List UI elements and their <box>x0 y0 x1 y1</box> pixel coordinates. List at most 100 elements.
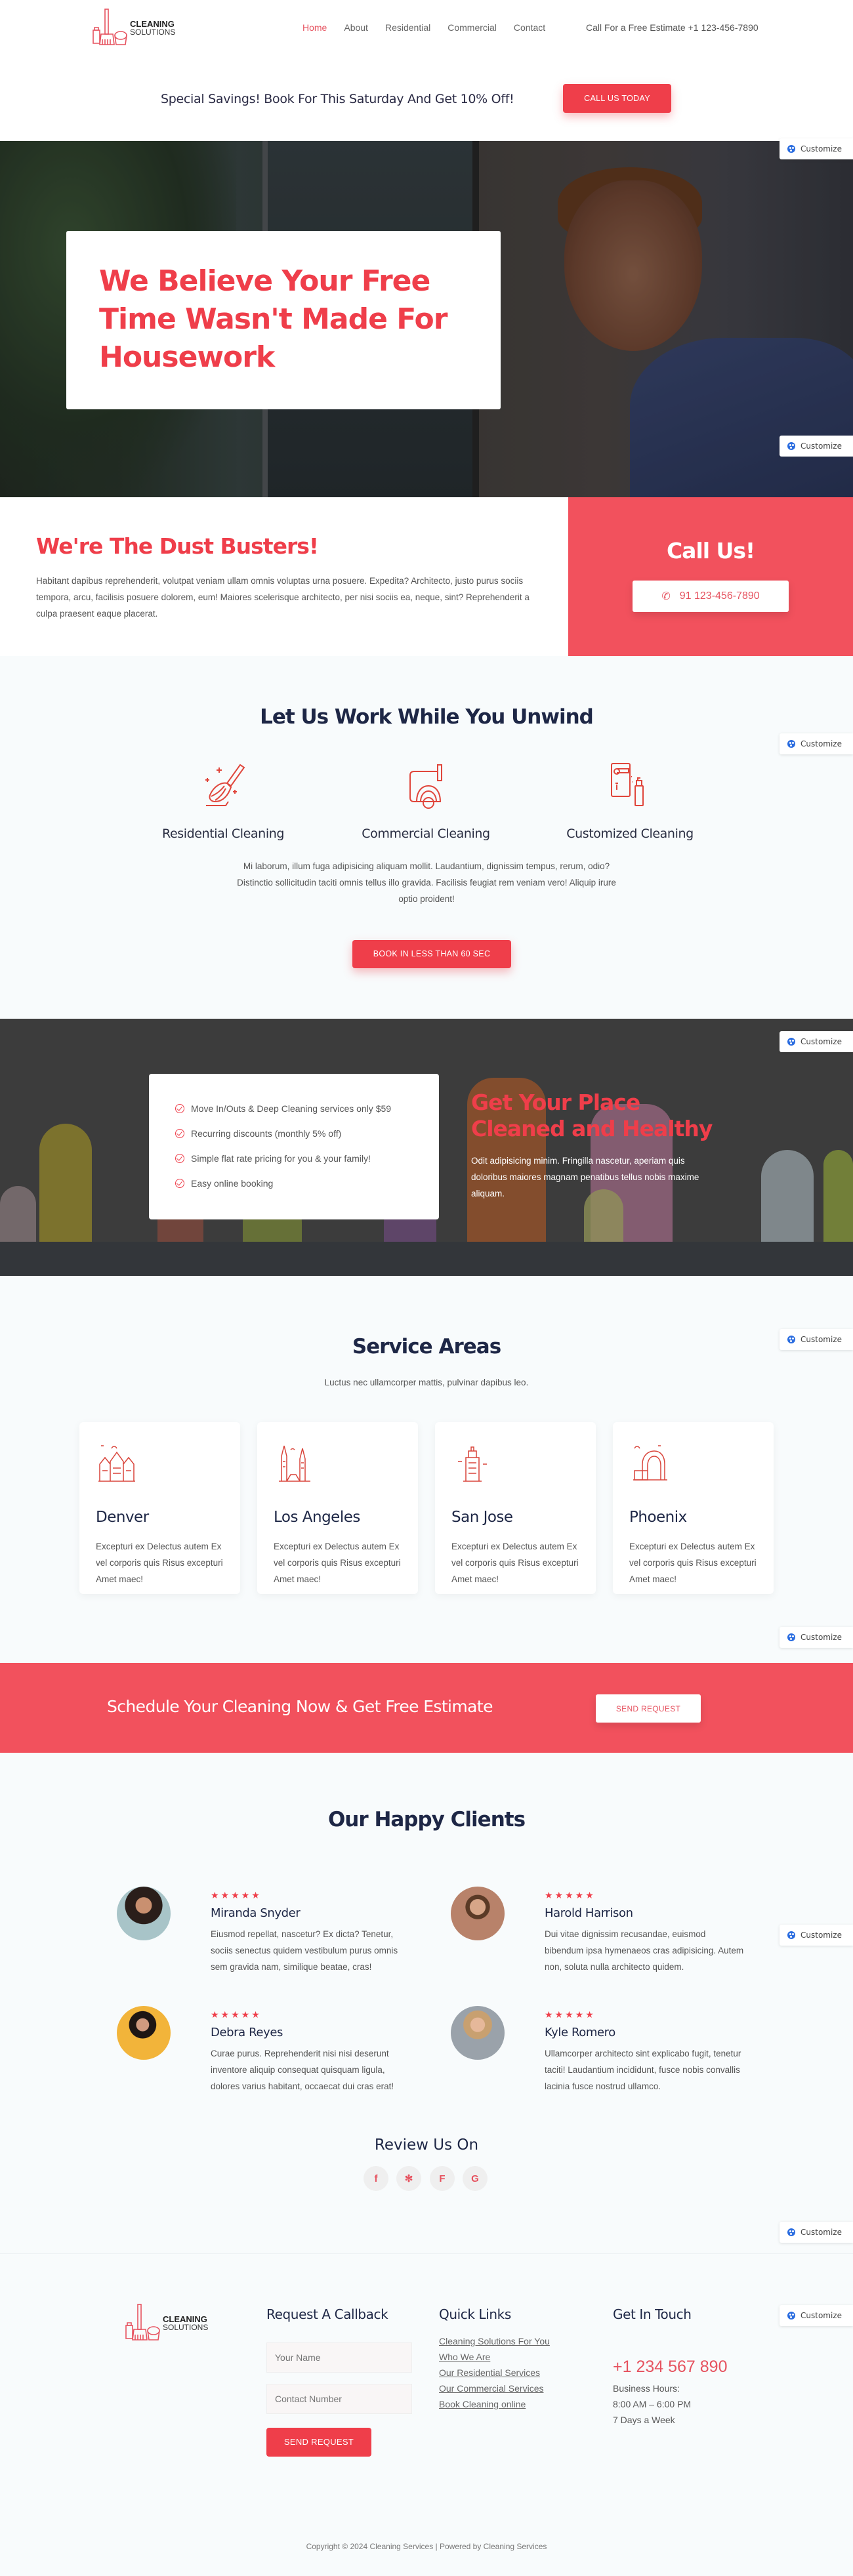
logo-line2: SOLUTIONS <box>130 27 176 37</box>
testimonials-section: Our Happy Clients ★★★★★ Miranda Snyder E… <box>0 1753 853 2253</box>
service-customized[interactable]: Customized Cleaning <box>545 760 715 841</box>
customize-button[interactable]: Customize <box>780 1329 853 1350</box>
customize-button[interactable]: Customize <box>780 2305 853 2326</box>
call-phone-button[interactable]: ✆ 91 123-456-7890 <box>633 581 789 612</box>
customize-button[interactable]: Customize <box>780 1627 853 1648</box>
your-name-input[interactable] <box>266 2342 412 2373</box>
area-card-denver[interactable]: Denver Excepturi ex Delectus autem Ex ve… <box>79 1422 240 1594</box>
broom-icon <box>205 764 245 806</box>
cleaning-logo-icon <box>93 9 127 45</box>
yelp-icon[interactable]: ✻ <box>396 2166 421 2191</box>
customize-button[interactable]: Customize <box>780 138 853 159</box>
footer-send-request-button[interactable]: SEND REQUEST <box>266 2428 371 2457</box>
footer-logo[interactable]: CLEANING SOLUTIONS <box>125 2303 208 2342</box>
palette-icon <box>787 1633 795 1641</box>
area-card-los-angeles[interactable]: Los Angeles Excepturi ex Delectus autem … <box>257 1422 418 1594</box>
avatar <box>451 2006 505 2060</box>
area-text: Excepturi ex Delectus autem Ex vel corpo… <box>629 1542 757 1584</box>
star-rating: ★★★★★ <box>545 2009 596 2020</box>
services-text: Mi laborum, illum fuga adipisicing aliqu… <box>237 861 616 904</box>
send-request-button[interactable]: SEND REQUEST <box>596 1694 701 1723</box>
door-spray-icon <box>611 763 644 806</box>
san-jose-landmark-icon <box>458 1446 487 1482</box>
service-residential[interactable]: Residential Cleaning <box>138 760 308 841</box>
features-title: Get Your Place Cleaned and Healthy <box>471 1090 713 1141</box>
palette-icon <box>787 1038 795 1046</box>
nav-residential[interactable]: Residential <box>385 22 430 33</box>
palette-icon <box>787 442 795 450</box>
cleaning-logo-icon <box>125 2304 160 2341</box>
service-label: Residential Cleaning <box>162 827 284 841</box>
area-name: Denver <box>96 1509 149 1526</box>
denver-landmark-icon <box>98 1445 135 1482</box>
business-hours-days: 7 Days a Week <box>613 2415 675 2425</box>
book-button[interactable]: BOOK IN LESS THAN 60 SEC <box>352 940 511 968</box>
customize-button[interactable]: Customize <box>780 2222 853 2243</box>
footer-link[interactable]: Our Residential Services <box>439 2367 540 2378</box>
service-label: Commercial Cleaning <box>362 827 490 841</box>
nav-contact[interactable]: Contact <box>514 22 545 33</box>
area-name: Phoenix <box>629 1509 687 1526</box>
service-commercial[interactable]: Commercial Cleaning <box>341 760 511 841</box>
footer-link[interactable]: Who We Are <box>439 2352 490 2362</box>
benefit-item: Easy online booking <box>175 1178 273 1189</box>
nav-about[interactable]: About <box>344 22 368 33</box>
services-section: Let Us Work While You Unwind Residential… <box>0 656 853 1019</box>
benefit-item: Simple flat rate pricing for you & your … <box>175 1153 371 1164</box>
area-card-phoenix[interactable]: Phoenix Excepturi ex Delectus autem Ex v… <box>613 1422 774 1594</box>
service-areas-section: Service Areas Luctus nec ullamcorper mat… <box>0 1276 853 1663</box>
testimonial-name: Debra Reyes <box>211 2026 283 2039</box>
palette-icon <box>787 740 795 748</box>
avatar <box>117 2006 171 2060</box>
testimonial-name: Harold Harrison <box>545 1906 633 1920</box>
star-rating: ★★★★★ <box>545 1890 596 1900</box>
footer-link[interactable]: Cleaning Solutions For You <box>439 2336 550 2346</box>
service-areas-title: Service Areas <box>352 1335 501 1359</box>
google-icon[interactable]: G <box>463 2166 488 2191</box>
check-circle-icon <box>175 1179 184 1188</box>
review-us-title: Review Us On <box>374 2136 479 2154</box>
area-text: Excepturi ex Delectus autem Ex vel corpo… <box>96 1542 223 1584</box>
contact-number-input[interactable] <box>266 2384 412 2414</box>
customize-button[interactable]: Customize <box>780 1031 853 1052</box>
facebook-icon[interactable]: f <box>364 2166 388 2191</box>
footer-link[interactable]: Book Cleaning online <box>439 2399 526 2409</box>
phone-icon: ✆ <box>661 591 671 602</box>
service-areas-subtitle: Luctus nec ullamcorper mattis, pulvinar … <box>324 1378 529 1387</box>
header-phone[interactable]: Call For a Free Estimate +1 123-456-7890 <box>586 22 759 33</box>
avatar <box>117 1887 171 1940</box>
area-text: Excepturi ex Delectus autem Ex vel corpo… <box>451 1542 579 1584</box>
call-phone-number: 91 123-456-7890 <box>679 590 760 602</box>
call-us-today-button[interactable]: CALL US TODAY <box>563 84 671 113</box>
area-card-san-jose[interactable]: San Jose Excepturi ex Delectus autem Ex … <box>435 1422 596 1594</box>
area-name: Los Angeles <box>274 1509 360 1526</box>
get-in-touch-title: Get In Touch <box>613 2306 692 2322</box>
foursquare-icon[interactable]: F <box>430 2166 455 2191</box>
business-hours-label: Business Hours: <box>613 2383 680 2394</box>
star-rating: ★★★★★ <box>211 1890 262 1900</box>
check-circle-icon <box>175 1154 184 1163</box>
nav-commercial[interactable]: Commercial <box>447 22 497 33</box>
schedule-banner: Schedule Your Cleaning Now & Get Free Es… <box>0 1663 853 1753</box>
palette-icon <box>787 1336 795 1343</box>
palette-icon <box>787 1931 795 1939</box>
customize-button[interactable]: Customize <box>780 1925 853 1946</box>
call-us-panel: Call Us! ✆ 91 123-456-7890 <box>568 497 853 656</box>
service-label: Customized Cleaning <box>566 827 694 841</box>
palette-icon <box>787 145 795 153</box>
dust-busters-section: We're The Dust Busters! Habitant dapibus… <box>0 497 853 656</box>
testimonial-text: Dui vitae dignissim recusandae, euismod … <box>545 1929 744 1972</box>
testimonials-title: Our Happy Clients <box>327 1808 526 1831</box>
nav-home[interactable]: Home <box>302 22 327 33</box>
benefit-item: Move In/Outs & Deep Cleaning services on… <box>175 1103 391 1114</box>
testimonial-text: Curae purus. Reprehenderit nisi nisi des… <box>211 2049 394 2091</box>
hero-section: We Believe Your Free Time Wasn't Made Fo… <box>0 141 853 497</box>
customize-button[interactable]: Customize <box>780 436 853 457</box>
footer-link[interactable]: Our Commercial Services <box>439 2383 543 2394</box>
palette-icon <box>787 2228 795 2236</box>
customize-button[interactable]: Customize <box>780 733 853 754</box>
services-title: Let Us Work While You Unwind <box>260 705 594 729</box>
features-text: Odit adipisicing minim. Fringilla nascet… <box>471 1156 699 1198</box>
logo[interactable]: CLEANING SOLUTIONS <box>92 8 175 47</box>
footer-phone[interactable]: +1 234 567 890 <box>613 2358 727 2377</box>
